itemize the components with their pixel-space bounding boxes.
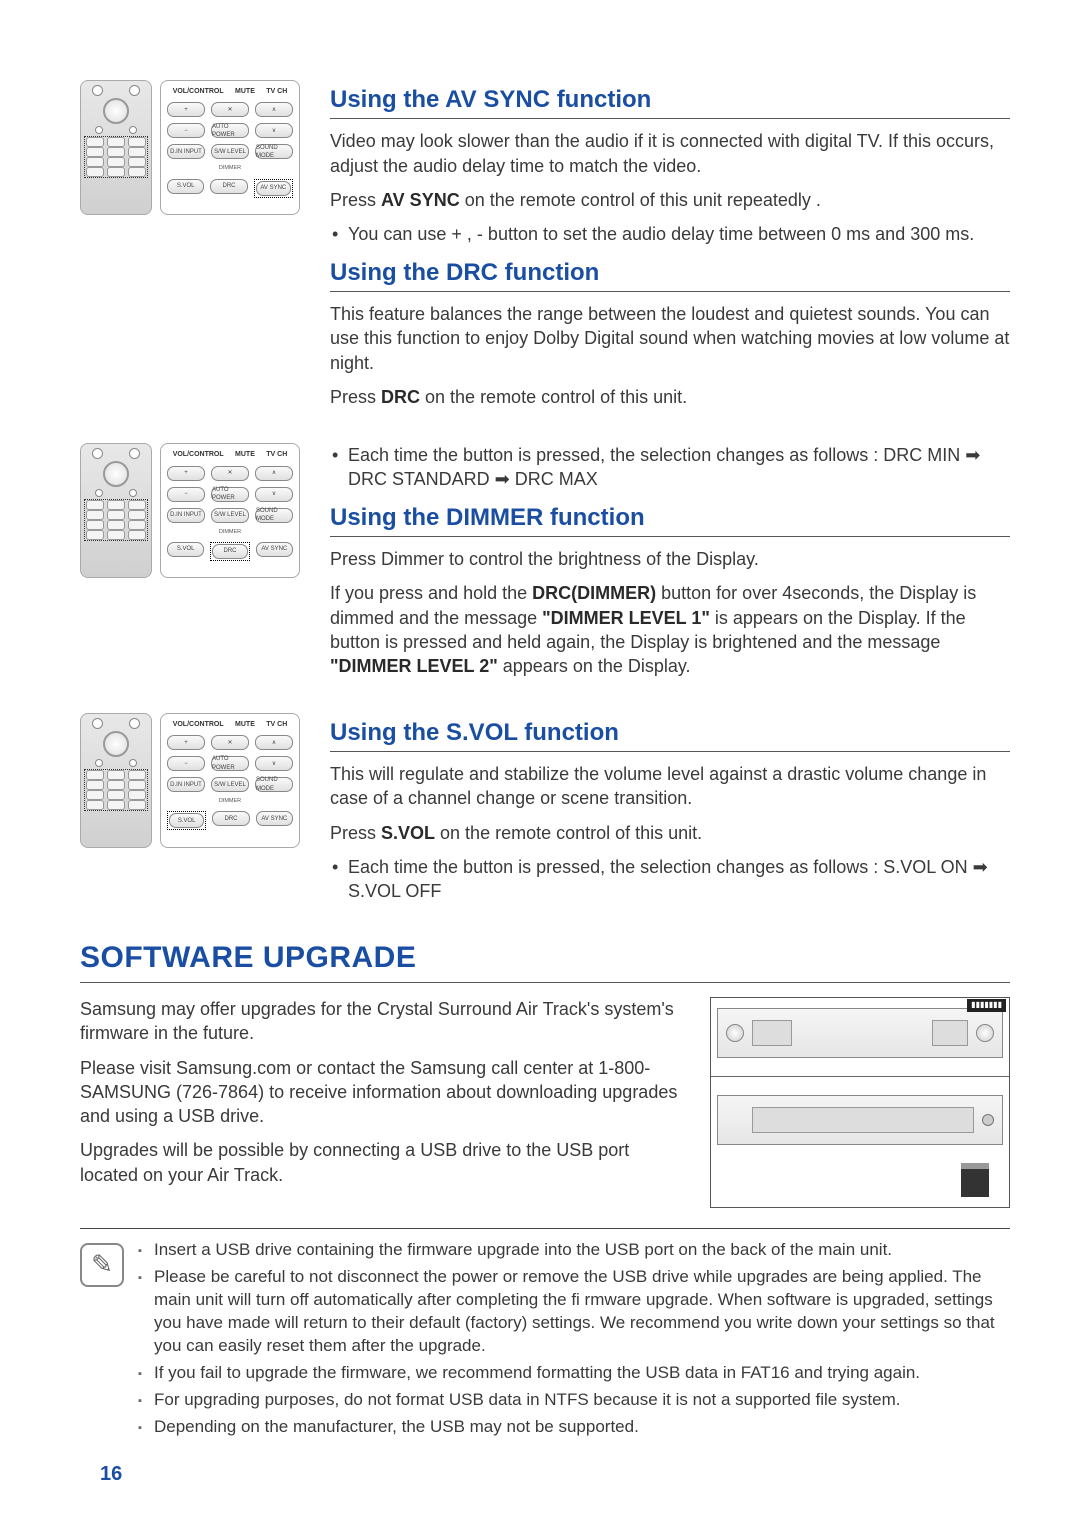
usb-port-tag: ▮▮▮▮▮▮▮ — [967, 999, 1006, 1012]
sw-p1: Samsung may offer upgrades for the Cryst… — [80, 997, 680, 1046]
note-3: If you fail to upgrade the firmware, we … — [138, 1362, 1010, 1385]
device-rear-diagram: ▮▮▮▮▮▮▮ — [710, 997, 1010, 1208]
hdr-vol: VOL/CONTROL — [173, 87, 224, 96]
page-number: 16 — [100, 1369, 122, 1488]
svol-bullet: Each time the button is pressed, the sel… — [330, 855, 1010, 904]
usb-stick-icon — [961, 1163, 989, 1197]
drc-press: Press DRC on the remote control of this … — [330, 385, 1010, 409]
remote-diagram-svol: VOL/CONTROLMUTETV CH AUTO POWER D.IN INP… — [80, 713, 300, 848]
drc-bullet: Each time the button is pressed, the sel… — [330, 443, 1010, 492]
remote-diagram-avsync: VOL/CONTROL MUTE TV CH AUTO POWER D.IN I… — [80, 80, 300, 215]
note-2: Please be careful to not disconnect the … — [138, 1266, 1010, 1358]
title-svol: Using the S.VOL function — [330, 717, 1010, 752]
title-drc: Using the DRC function — [330, 257, 1010, 292]
note-1: Insert a USB drive containing the firmwa… — [138, 1239, 1010, 1262]
hdr-tvch: TV CH — [266, 87, 287, 96]
dimmer-p2: If you press and hold the DRC(DIMMER) bu… — [330, 581, 1010, 678]
hdr-mute: MUTE — [235, 87, 255, 96]
remote-diagram-drc: VOL/CONTROLMUTETV CH AUTO POWER D.IN INP… — [80, 443, 300, 578]
dimmer-p1: Press Dimmer to control the brightness o… — [330, 547, 1010, 571]
title-avsync: Using the AV SYNC function — [330, 84, 1010, 119]
sw-p2: Please visit Samsung.com or contact the … — [80, 1056, 680, 1129]
title-dimmer: Using the DIMMER function — [330, 502, 1010, 537]
note-4: For upgrading purposes, do not format US… — [138, 1389, 1010, 1412]
remote-zoom-panel: VOL/CONTROL MUTE TV CH AUTO POWER D.IN I… — [160, 80, 300, 215]
sw-p3: Upgrades will be possible by connecting … — [80, 1138, 680, 1187]
title-software-upgrade: SOFTWARE UPGRADE — [80, 938, 1010, 984]
avsync-press: Press AV SYNC on the remote control of t… — [330, 188, 1010, 212]
note-icon: ✎ — [80, 1243, 124, 1287]
note-5: Depending on the manufacturer, the USB m… — [138, 1416, 1010, 1439]
avsync-bullet: You can use + , - button to set the audi… — [330, 222, 1010, 246]
svol-p1: This will regulate and stabilize the vol… — [330, 762, 1010, 811]
avsync-intro: Video may look slower than the audio if … — [330, 129, 1010, 178]
drc-intro: This feature balances the range between … — [330, 302, 1010, 375]
remote-body — [80, 80, 152, 215]
svol-press: Press S.VOL on the remote control of thi… — [330, 821, 1010, 845]
